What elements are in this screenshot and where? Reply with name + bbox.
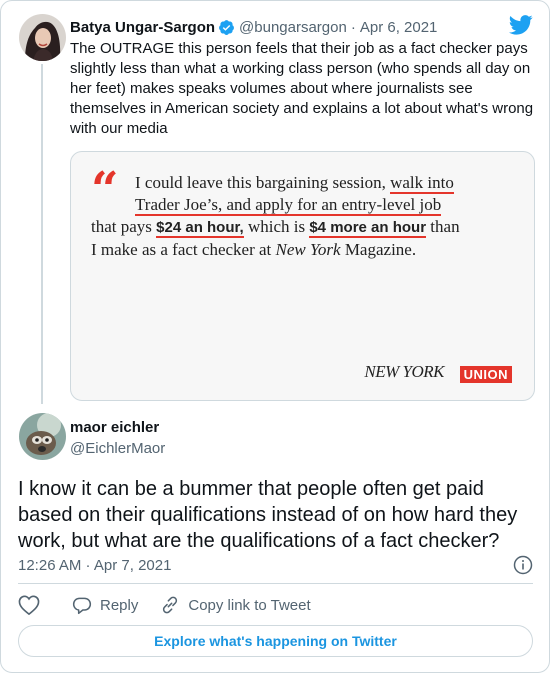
copy-link-label: Copy link to Tweet (188, 596, 311, 614)
quote-line4-a: I make as a fact checker at (91, 240, 276, 259)
quote-text: I could leave this bargaining session, w… (91, 172, 511, 261)
quote-line4-italic: New York (275, 240, 341, 259)
tweet-actions-bar: Reply Copy link to Tweet (18, 594, 311, 616)
union-badge: UNION (459, 366, 512, 383)
explore-twitter-button[interactable]: Explore what's happening on Twitter (18, 625, 533, 657)
like-button[interactable] (18, 595, 40, 615)
quote-line3-d: than (426, 217, 460, 236)
parent-author-handle[interactable]: @bungarsargon (239, 19, 347, 36)
reply-label: Reply (100, 596, 139, 614)
reply-button[interactable]: Reply (72, 595, 138, 615)
parent-tweet-text: The OUTRAGE this person feels that their… (70, 40, 534, 137)
quote-line3-bold-1: $24 an hour, (156, 219, 244, 238)
quote-line3-bold-2: $4 more an hour (309, 219, 427, 238)
divider (18, 583, 533, 584)
info-icon[interactable] (513, 555, 533, 580)
twitter-bird-icon[interactable] (508, 15, 533, 40)
quote-line3-a: that pays (91, 217, 157, 236)
parent-tweet-header: Batya Ungar-Sargon @bungarsargon · Apr 6… (70, 17, 437, 37)
quote-line1-underlined: walk into (390, 173, 454, 194)
parent-tweet-date[interactable]: Apr 6, 2021 (360, 19, 438, 36)
thread-connector-line (41, 64, 43, 404)
quote-line3-c: which is (243, 217, 310, 236)
reply-author-avatar[interactable] (19, 413, 66, 460)
parent-author-name[interactable]: Batya Ungar-Sargon (70, 19, 215, 36)
quote-line1-a: I could leave this bargaining session, (135, 173, 391, 192)
verified-badge-icon (218, 19, 235, 36)
reply-timestamp[interactable]: 12:26 AM · Apr 7, 2021 (18, 557, 171, 574)
embedded-tweet-card: Batya Ungar-Sargon @bungarsargon · Apr 6… (0, 0, 550, 673)
reply-icon (72, 597, 92, 615)
copy-link-button[interactable]: Copy link to Tweet (160, 595, 311, 615)
heart-icon (18, 595, 40, 615)
quote-line2-underlined: Trader Joe’s, and apply for an entry-lev… (135, 195, 442, 216)
reply-tweet-text: I know it can be a bummer that people of… (18, 478, 518, 552)
new-york-logo: NEW YORK (364, 362, 444, 381)
reply-author-name[interactable]: maor eichler (70, 419, 159, 436)
parent-author-avatar[interactable] (19, 14, 66, 61)
separator-dot: · (350, 18, 356, 36)
tweet-media-image[interactable]: “ I could leave this bargaining session,… (70, 151, 535, 401)
reply-author-handle[interactable]: @EichlerMaor (70, 440, 165, 457)
link-icon (163, 596, 178, 614)
quote-line4-b: Magazine. (340, 240, 417, 259)
